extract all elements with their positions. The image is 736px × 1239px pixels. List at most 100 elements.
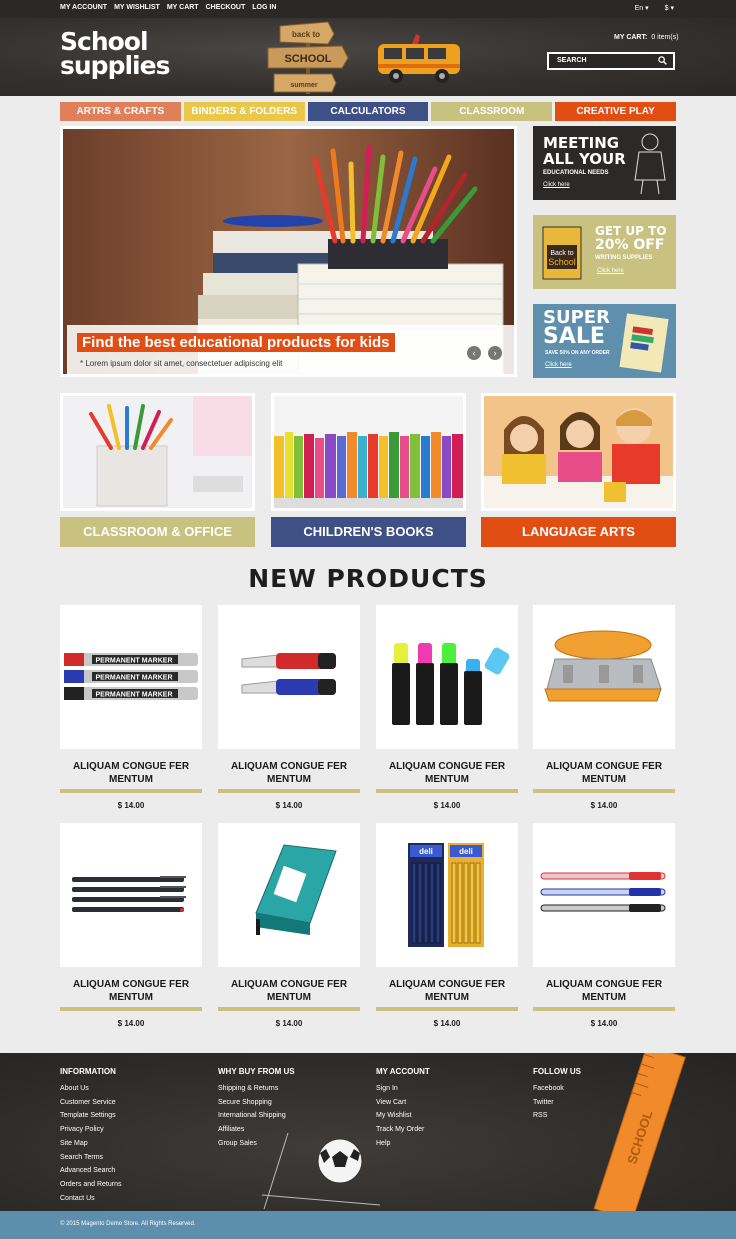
nav-binders-folders[interactable]: BINDERS & FOLDERS [183, 102, 305, 121]
footer-link-about-us[interactable]: About Us [60, 1082, 121, 1096]
footer-link-group-sales[interactable]: Group Sales [218, 1137, 295, 1151]
book-text-1: Back to [550, 250, 573, 257]
product-name[interactable]: ALIQUAM CONGUE FER MENTUM [60, 978, 202, 1004]
category-childrens-books-button[interactable]: CHILDREN'S BOOKS [271, 517, 466, 547]
product-card: PERMANENT MARKER PERMANENT MARKER PERMAN… [60, 605, 202, 810]
nav-arts-crafts[interactable]: ARTRS & CRAFTS [60, 102, 181, 121]
product-name[interactable]: ALIQUAM CONGUE FER MENTUM [376, 978, 518, 1004]
highlighter-icon [392, 643, 510, 725]
my-cart-link[interactable]: MY CART [167, 4, 199, 11]
search-icon[interactable] [658, 56, 667, 65]
slider-next-icon[interactable]: › [488, 346, 502, 360]
product-divider [218, 1007, 360, 1011]
footer-link-track-order[interactable]: Track My Order [376, 1123, 430, 1137]
category-classroom-office-button[interactable]: CLASSROOM & OFFICE [60, 517, 255, 547]
new-products-title: NEW PRODUCTS [248, 564, 488, 593]
nav-classroom[interactable]: CLASSROOM [431, 102, 553, 121]
banner-super-sale[interactable]: SUPER SALE SAVE 50% ON ANY ORDER Click h… [533, 304, 676, 378]
checkout-link[interactable]: CHECKOUT [206, 4, 246, 11]
product-name[interactable]: ALIQUAM CONGUE FER MENTUM [218, 760, 360, 786]
footer-link-privacy-policy[interactable]: Privacy Policy [60, 1123, 121, 1137]
footer-link-my-wishlist[interactable]: My Wishlist [376, 1109, 430, 1123]
footer-link-facebook[interactable]: Facebook [533, 1082, 581, 1096]
footer-link-search-terms[interactable]: Search Terms [60, 1151, 121, 1165]
binder-icon [255, 844, 337, 935]
product-image[interactable] [60, 823, 202, 967]
hero-slider[interactable]: Find the best educational products for k… [60, 126, 517, 377]
product-image[interactable]: deli deli [376, 823, 518, 967]
footer-link-contact-us[interactable]: Contact Us [60, 1192, 121, 1206]
product-image[interactable] [533, 605, 675, 749]
banner-1-link[interactable]: Click here [543, 182, 570, 188]
category-image-classroom-office[interactable] [60, 393, 255, 511]
product-divider [533, 789, 675, 793]
product-image[interactable]: PERMANENT MARKER PERMANENT MARKER PERMAN… [60, 605, 202, 749]
product-price: $ 14.00 [433, 1019, 461, 1028]
nav-calculators[interactable]: CALCULATORS [307, 102, 429, 121]
school-bus-icon [378, 34, 460, 83]
cutter-icon [241, 653, 336, 695]
product-name[interactable]: ALIQUAM CONGUE FER MENTUM [533, 760, 675, 786]
my-wishlist-link[interactable]: MY WISHLIST [114, 4, 160, 11]
logo[interactable]: School supplies [60, 29, 170, 78]
back-to-school-book-icon: Back to School [542, 226, 582, 280]
product-image[interactable] [218, 823, 360, 967]
footer-link-view-cart[interactable]: View Cart [376, 1096, 430, 1110]
category-language-arts-button[interactable]: LANGUAGE ARTS [481, 517, 676, 547]
log-in-link[interactable]: LOG IN [252, 4, 276, 11]
pack-label-2: deli [459, 847, 473, 856]
sign-text-middle: SCHOOL [284, 53, 331, 65]
footer-heading: MY ACCOUNT [376, 1067, 430, 1076]
product-card: ALIQUAM CONGUE FER MENTUM $ 14.00 [533, 823, 675, 1028]
footer-link-sign-in[interactable]: Sign In [376, 1082, 430, 1096]
banner-2-link[interactable]: Click here [597, 268, 624, 274]
pen-icon [72, 876, 186, 912]
footer-link-advanced-search[interactable]: Advanced Search [60, 1164, 121, 1178]
banner-1-line-3: EDUCATIONAL NEEDS [543, 170, 609, 176]
product-name[interactable]: ALIQUAM CONGUE FER MENTUM [533, 978, 675, 1004]
footer-link-customer-service[interactable]: Customer Service [60, 1096, 121, 1110]
footer-link-international-shipping[interactable]: International Shipping [218, 1109, 295, 1123]
footer-why-buy: WHY BUY FROM US Shipping & Returns Secur… [218, 1067, 295, 1151]
category-image-childrens-books[interactable] [271, 393, 466, 511]
footer-link-secure-shopping[interactable]: Secure Shopping [218, 1096, 295, 1110]
my-account-link[interactable]: MY ACCOUNT [60, 4, 107, 11]
language-select[interactable]: En ▾ [635, 4, 649, 12]
mini-cart[interactable]: MY CART: 0 item(s) [614, 34, 679, 41]
category-image-language-arts[interactable] [481, 393, 676, 511]
footer-heading: WHY BUY FROM US [218, 1067, 295, 1076]
footer-link-affiliates[interactable]: Affiliates [218, 1123, 295, 1137]
footer-link-rss[interactable]: RSS [533, 1109, 581, 1123]
search-input[interactable]: SEARCH [547, 52, 675, 70]
footer-link-shipping-returns[interactable]: Shipping & Returns [218, 1082, 295, 1096]
product-image[interactable] [376, 605, 518, 749]
marker-icon: PERMANENT MARKER PERMANENT MARKER PERMAN… [64, 653, 198, 700]
footer-link-help[interactable]: Help [376, 1137, 430, 1151]
banner-3-link[interactable]: Click here [545, 362, 572, 368]
slider-prev-icon[interactable]: ‹ [467, 346, 481, 360]
footer-heading: FOLLOW US [533, 1067, 581, 1076]
footer-link-orders-returns[interactable]: Orders and Returns [60, 1178, 121, 1192]
product-name[interactable]: ALIQUAM CONGUE FER MENTUM [376, 760, 518, 786]
banner-2-line-1: GET UP TO [595, 224, 667, 238]
banner-meeting-needs[interactable]: MEETING ALL YOUR EDUCATIONAL NEEDS Click… [533, 126, 676, 200]
footer: SCHOOL INFORMATION About Us Customer Ser… [0, 1053, 736, 1211]
banner-20-off[interactable]: Back to School GET UP TO 20% OFF WRITING… [533, 215, 676, 289]
banner-2-line-3: WRITING SUPPLIES [595, 255, 653, 261]
footer-link-twitter[interactable]: Twitter [533, 1096, 581, 1110]
footer-follow-us: FOLLOW US Facebook Twitter RSS [533, 1067, 581, 1123]
product-image[interactable] [533, 823, 675, 967]
footer-my-account: MY ACCOUNT Sign In View Cart My Wishlist… [376, 1067, 430, 1151]
slider-caption: Find the best educational products for k… [67, 325, 514, 374]
product-image[interactable] [218, 605, 360, 749]
banner-1-line-2: ALL YOUR [543, 150, 626, 168]
product-name[interactable]: ALIQUAM CONGUE FER MENTUM [218, 978, 360, 1004]
pencil-pack-icon: deli deli [408, 843, 484, 947]
footer-link-site-map[interactable]: Site Map [60, 1137, 121, 1151]
footer-link-template-settings[interactable]: Template Settings [60, 1109, 121, 1123]
nav-creative-play[interactable]: CREATIVE PLAY [555, 102, 676, 121]
currency-select[interactable]: $ ▾ [665, 4, 674, 12]
product-price: $ 14.00 [275, 1019, 303, 1028]
product-name[interactable]: ALIQUAM CONGUE FER MENTUM [60, 760, 202, 786]
hole-punch-icon [544, 630, 662, 702]
